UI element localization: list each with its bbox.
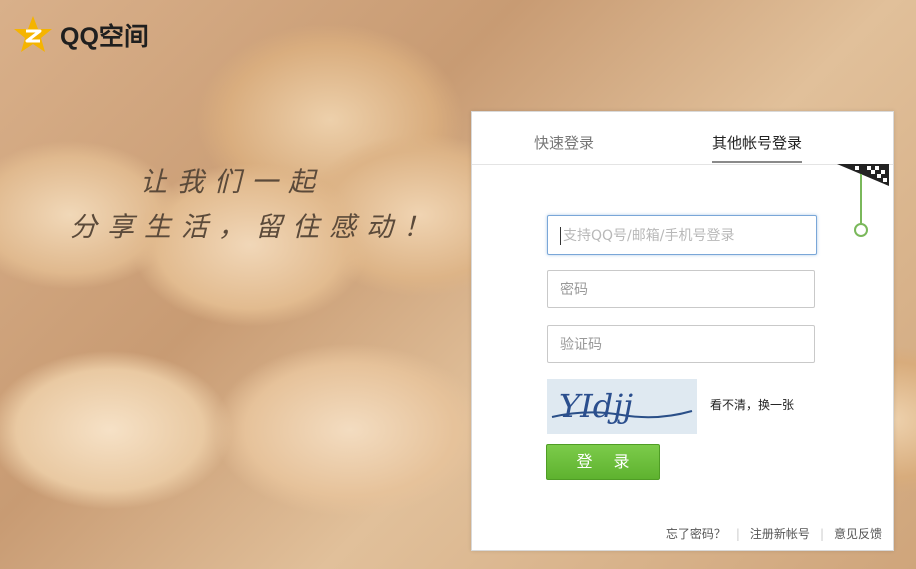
login-panel: 快速登录 其他帐号登录 支持QQ号/邮箱/手机号登录 密码 验证码 YIdjj … xyxy=(471,111,894,551)
slogan-line-2: 分享生活，留住感动！ xyxy=(70,212,440,243)
tab-other-account-login[interactable]: 其他帐号登录 xyxy=(712,132,803,163)
captcha-input[interactable]: 验证码 xyxy=(547,325,815,363)
slogan-line-1: 让我们一起 xyxy=(140,167,325,198)
login-button[interactable]: 登 录 xyxy=(546,444,660,480)
footer-links: 忘了密码？ | 注册新帐号 | 意见反馈 xyxy=(666,525,882,542)
link-divider: | xyxy=(735,526,740,541)
tab-quick-login[interactable]: 快速登录 xyxy=(534,132,594,153)
captcha-placeholder: 验证码 xyxy=(560,337,602,353)
qr-code-corner-icon[interactable] xyxy=(837,164,889,244)
brand-name: QQ空间 xyxy=(60,23,149,51)
qzone-star-icon xyxy=(14,16,52,52)
login-tabs: 快速登录 其他帐号登录 xyxy=(472,112,893,165)
captcha-image[interactable]: YIdjj xyxy=(547,379,697,434)
refresh-captcha-link[interactable]: 看不清，换一张 xyxy=(710,396,794,413)
qzone-logo[interactable]: QQ空间 xyxy=(12,14,149,56)
account-placeholder: 支持QQ号/邮箱/手机号登录 xyxy=(563,228,735,244)
text-caret xyxy=(560,227,561,245)
feedback-link[interactable]: 意见反馈 xyxy=(834,525,882,542)
captcha-text: YIdjj xyxy=(559,387,633,425)
forgot-password-link[interactable]: 忘了密码？ xyxy=(666,525,726,542)
account-input[interactable]: 支持QQ号/邮箱/手机号登录 xyxy=(547,215,817,255)
register-link[interactable]: 注册新帐号 xyxy=(750,525,810,542)
link-divider: | xyxy=(819,526,824,541)
password-placeholder: 密码 xyxy=(560,282,588,298)
password-input[interactable]: 密码 xyxy=(547,270,815,308)
